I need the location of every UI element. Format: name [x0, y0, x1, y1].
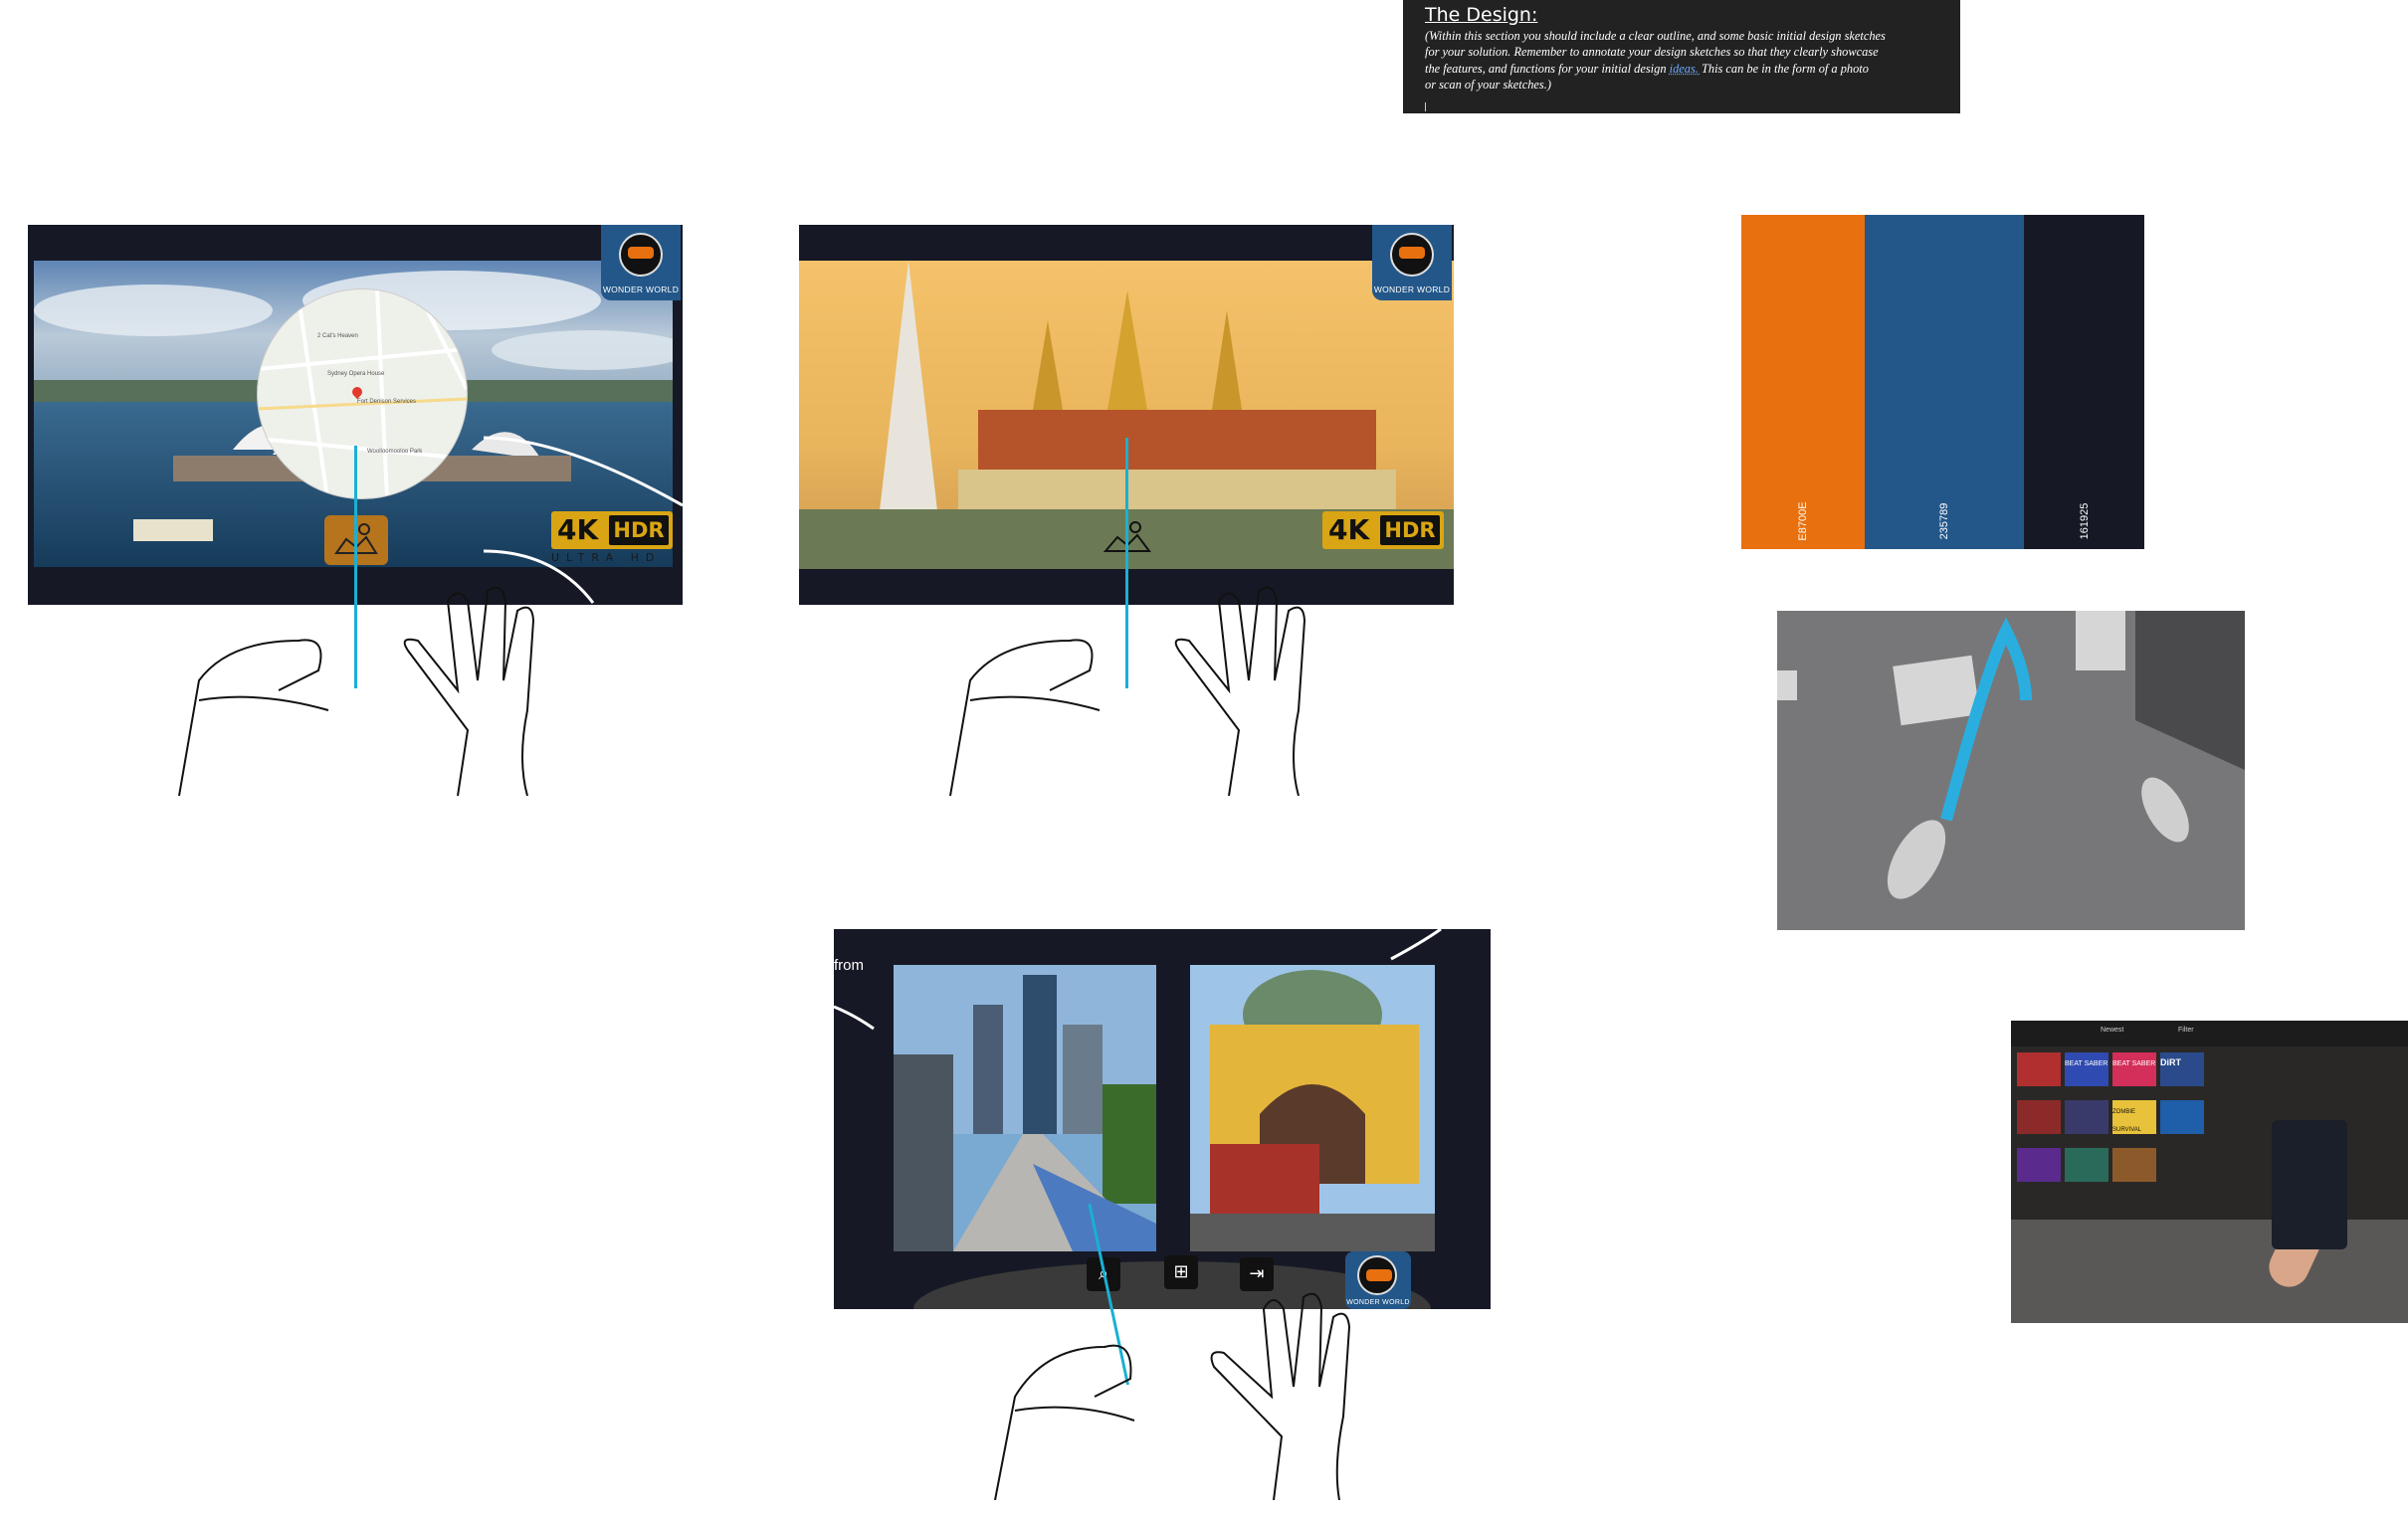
- annotation-arrow: [484, 436, 683, 604]
- badge-hdr-text: HDR: [1380, 515, 1440, 545]
- map-label: Fort Denison Services: [357, 399, 417, 405]
- game-tile[interactable]: [2017, 1052, 2061, 1086]
- design-note-panel: The Design: (Within this section you sho…: [1403, 0, 1960, 113]
- game-tile[interactable]: BEAT SABER: [2112, 1052, 2156, 1086]
- game-tile-title: DiRT: [2160, 1057, 2181, 1067]
- library-header: [2011, 1021, 2408, 1046]
- note-title: The Design:: [1425, 4, 1538, 26]
- logo-text: WONDER WORLD: [602, 285, 680, 294]
- badge-4k-hdr: 4K HDR: [1322, 511, 1444, 549]
- wonder-world-logo[interactable]: WONDER WORLD: [1372, 225, 1452, 300]
- annotation-arrow: [834, 927, 1442, 1031]
- game-tile-title: ZOMBIE SURVIVAL: [2112, 1109, 2142, 1133]
- swatch-dark: 161925: [2024, 215, 2144, 549]
- wonder-world-logo[interactable]: WONDER WORLD: [601, 225, 681, 300]
- color-palette: E8700E 235789 161925: [1741, 215, 2144, 549]
- badge-4k-text: 4K: [1328, 513, 1370, 546]
- swatch-blue: 235789: [1865, 215, 2024, 549]
- map-label: 2 Cat's Heaven: [317, 333, 358, 339]
- game-tile[interactable]: ZOMBIE SURVIVAL: [2112, 1100, 2156, 1134]
- game-tile[interactable]: [2112, 1148, 2156, 1182]
- library-menu-item[interactable]: Newest: [2101, 1027, 2123, 1034]
- grid-icon: ⊞: [1173, 1261, 1189, 1282]
- exit-icon: ⇥: [1249, 1263, 1265, 1284]
- map-roads: [258, 289, 467, 498]
- note-link[interactable]: ideas.: [1670, 62, 1702, 76]
- swatch-hex: E8700E: [1797, 501, 1809, 541]
- exit-button[interactable]: ⇥: [1240, 1257, 1274, 1291]
- grid-button[interactable]: ⊞: [1164, 1255, 1198, 1289]
- note-body: (Within this section you should include …: [1425, 28, 1938, 94]
- hands-sketch: [949, 586, 1306, 796]
- logo-text: WONDER WORLD: [1373, 285, 1451, 294]
- game-tile[interactable]: [2160, 1100, 2204, 1134]
- text-cursor: [1425, 102, 1426, 111]
- game-tile-title: BEAT SABER: [2112, 1060, 2156, 1067]
- note-line: This can be in the form of a photo: [1701, 61, 1869, 76]
- vr-headset-icon: [619, 233, 663, 277]
- note-line: for your solution. Remember to annotate …: [1425, 45, 1879, 60]
- game-tile[interactable]: [2065, 1100, 2108, 1134]
- vr-library-preview: Newest Filter BEAT SABER BEAT SABER DiRT…: [2011, 1021, 2408, 1323]
- teleport-preview: [1777, 611, 2245, 930]
- floor: [2011, 1220, 2408, 1323]
- map-label: Woolloomooloo Park: [367, 449, 423, 455]
- hands-sketch: [994, 1292, 1351, 1500]
- swatch-hex: 235789: [1938, 502, 1950, 540]
- game-tile[interactable]: DiRT: [2160, 1052, 2204, 1086]
- game-tile[interactable]: [2017, 1100, 2061, 1134]
- hands-sketch: [178, 586, 535, 796]
- note-line: or scan of your sketches.): [1425, 78, 1551, 93]
- game-tile-title: BEAT SABER: [2065, 1060, 2108, 1067]
- vr-headset-icon: [1390, 233, 1434, 277]
- library-menu-item[interactable]: Filter: [2178, 1027, 2194, 1034]
- game-tile[interactable]: BEAT SABER: [2065, 1052, 2108, 1086]
- note-line: the features, and functions for your ini…: [1425, 61, 1670, 76]
- quick-settings-panel: [2272, 1120, 2347, 1249]
- map-overlay[interactable]: 2 Cat's Heaven Sydney Opera House Fort D…: [257, 288, 468, 499]
- swatch-orange: E8700E: [1741, 215, 1865, 549]
- map-label: Sydney Opera House: [327, 371, 385, 377]
- swatch-hex: 161925: [2078, 502, 2091, 540]
- game-tile[interactable]: [2017, 1148, 2061, 1182]
- game-tile[interactable]: [2065, 1148, 2108, 1182]
- teleport-scene: [1777, 611, 2245, 899]
- note-line: (Within this section you should include …: [1425, 29, 1886, 43]
